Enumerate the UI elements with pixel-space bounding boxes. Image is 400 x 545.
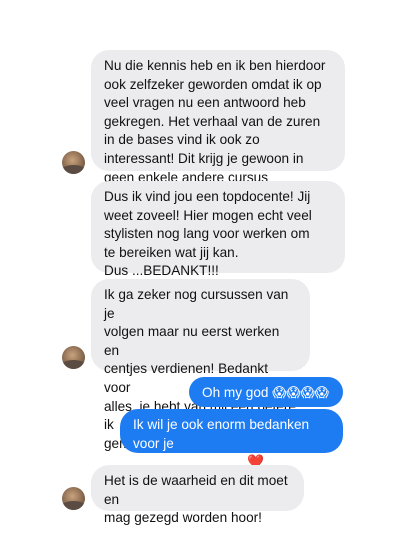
incoming-message[interactable]: Ik ga zeker nog cursussen van je volgen …: [91, 279, 310, 451]
message-thread: Nu die kennis heb en ik ben hierdoor ook…: [0, 0, 400, 545]
outgoing-message[interactable]: Ik wil je ook enorm bedanken voor je uit…: [120, 409, 343, 469]
outgoing-message[interactable]: Oh my god 😱😱😱😱: [189, 377, 343, 407]
incoming-message[interactable]: Nu die kennis heb en ik ben hierdoor ook…: [91, 50, 345, 185]
sender-avatar[interactable]: [62, 346, 85, 369]
incoming-message[interactable]: Dus ik vind jou een topdocente! Jij weet…: [91, 181, 345, 278]
sender-avatar[interactable]: [62, 151, 85, 174]
incoming-message[interactable]: Het is de waarheid en dit moet en mag ge…: [91, 465, 304, 525]
sender-avatar[interactable]: [62, 487, 85, 510]
